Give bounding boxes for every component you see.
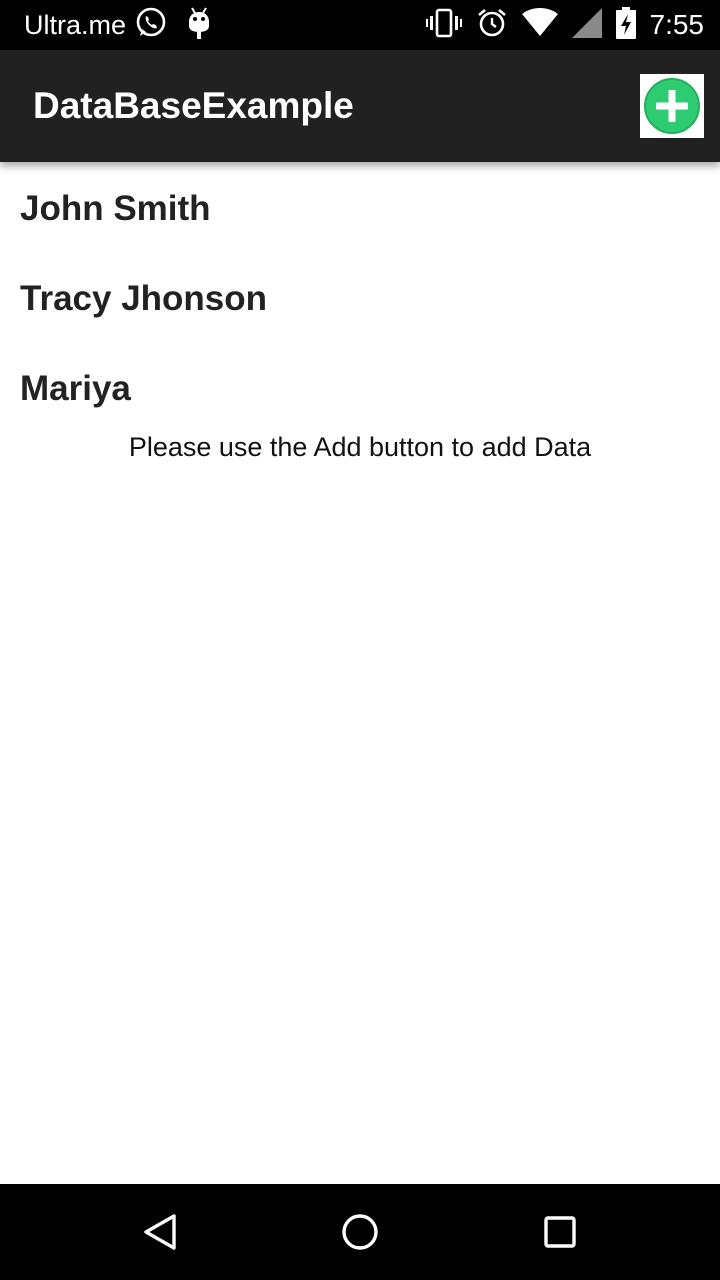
whatsapp-icon	[134, 6, 168, 45]
list-item-label: John Smith	[20, 189, 211, 228]
home-button[interactable]	[336, 1208, 384, 1256]
carrier-label: Ultra.me	[24, 9, 127, 40]
data-list: John Smith Tracy Jhonson Mariya	[0, 162, 720, 432]
back-button[interactable]	[136, 1208, 184, 1256]
status-bar: Ultra.me 7:55	[0, 0, 720, 50]
android-debug-icon	[186, 6, 212, 45]
battery-charging-icon	[615, 6, 636, 44]
clock: 7:55	[649, 9, 705, 40]
list-item[interactable]: John Smith	[0, 162, 720, 252]
add-circle-icon	[644, 78, 700, 134]
recents-button[interactable]	[536, 1208, 584, 1256]
empty-hint-text: Please use the Add button to add Data	[128, 432, 592, 462]
home-icon	[340, 1212, 380, 1252]
vibrate-icon	[425, 8, 462, 43]
list-item-label: Mariya	[20, 369, 131, 408]
nav-bar	[0, 1184, 720, 1280]
wifi-icon	[521, 7, 558, 43]
list-item[interactable]: Mariya	[0, 342, 720, 432]
status-right: 7:55	[412, 0, 705, 50]
back-icon	[140, 1212, 180, 1252]
alarm-icon	[476, 7, 508, 44]
screen: Ultra.me 7:55 DataBaseExample John Smith…	[0, 0, 720, 1280]
list-item-label: Tracy Jhonson	[20, 279, 268, 318]
app-bar: DataBaseExample	[0, 50, 720, 162]
add-button[interactable]	[640, 74, 704, 138]
status-left: Ultra.me	[24, 0, 212, 50]
cell-signal-icon	[571, 7, 602, 43]
recents-icon	[540, 1212, 580, 1252]
app-title: DataBaseExample	[33, 85, 354, 126]
list-item[interactable]: Tracy Jhonson	[0, 252, 720, 342]
